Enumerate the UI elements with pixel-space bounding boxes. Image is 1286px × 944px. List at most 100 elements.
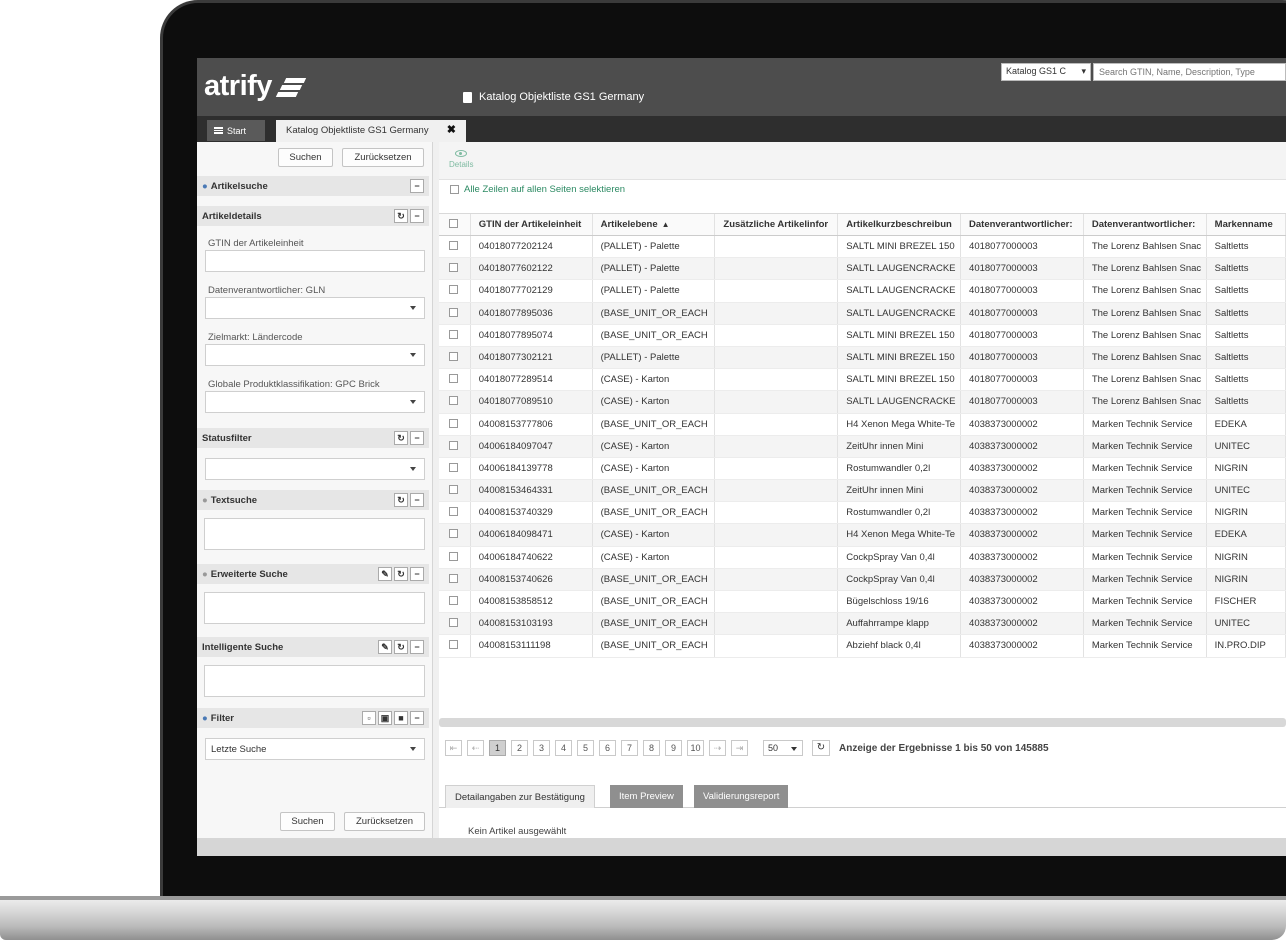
close-icon[interactable]: ✖ bbox=[447, 125, 456, 137]
row-checkbox-cell[interactable] bbox=[439, 346, 471, 369]
row-checkbox-cell[interactable] bbox=[439, 502, 471, 524]
table-row[interactable]: 04008153740626 (BASE_UNIT_OR_EACH CockpSpr… bbox=[439, 568, 1286, 591]
checkbox[interactable] bbox=[449, 573, 458, 583]
page-button[interactable]: 5 bbox=[577, 740, 594, 756]
table-row[interactable]: 04006184097047 (CASE) - Karton ZeitUhr inn… bbox=[439, 435, 1286, 458]
checkbox[interactable] bbox=[449, 219, 458, 228]
details-button[interactable]: Details bbox=[449, 150, 473, 169]
search-button[interactable]: Suchen bbox=[278, 148, 333, 167]
column-header[interactable]: Datenverantwortlicher: bbox=[961, 214, 1084, 235]
row-checkbox-cell[interactable] bbox=[439, 613, 471, 635]
delete-icon[interactable]: ■ bbox=[394, 711, 408, 725]
tab-catalog[interactable]: Katalog Objektliste GS1 Germany ✖ bbox=[276, 120, 466, 142]
last-page-icon[interactable]: ⇥ bbox=[731, 740, 748, 756]
intelligente-input[interactable] bbox=[204, 665, 425, 697]
checkbox[interactable] bbox=[449, 596, 458, 605]
section-filter[interactable]: ● Filter ▫ ▣ ■ − bbox=[197, 708, 429, 728]
table-row[interactable]: 04008153111198 (BASE_UNIT_OR_EACH Abziehf … bbox=[439, 635, 1286, 658]
prev-page-icon[interactable]: ⇠ bbox=[467, 740, 484, 756]
erweiterte-input[interactable] bbox=[204, 592, 425, 624]
row-checkbox-cell[interactable] bbox=[439, 280, 471, 302]
page-button[interactable]: 2 bbox=[511, 740, 528, 756]
page-button[interactable]: 3 bbox=[533, 740, 550, 756]
checkbox[interactable] bbox=[450, 185, 459, 194]
table-row[interactable]: 04018077302121 (PALLET) - Palette SALTL MI… bbox=[439, 346, 1286, 370]
checkbox[interactable] bbox=[449, 374, 458, 384]
filter-select[interactable]: Letzte Suche bbox=[205, 738, 425, 760]
checkbox[interactable] bbox=[449, 396, 458, 406]
status-select[interactable] bbox=[205, 458, 425, 480]
page-button[interactable]: 9 bbox=[665, 740, 682, 756]
checkbox[interactable] bbox=[449, 485, 458, 495]
collapse-icon[interactable]: − bbox=[410, 209, 424, 223]
checkbox[interactable] bbox=[449, 241, 458, 250]
row-checkbox-cell[interactable] bbox=[439, 258, 471, 280]
global-search-input[interactable] bbox=[1093, 63, 1286, 81]
collapse-icon[interactable]: − bbox=[410, 493, 424, 507]
reset-icon[interactable]: ↻ bbox=[394, 209, 408, 223]
checkbox[interactable] bbox=[449, 640, 458, 650]
reset-button-bottom[interactable]: Zurücksetzen bbox=[344, 812, 425, 831]
table-row[interactable]: 04006184740622 (CASE) - Karton CockpSpray … bbox=[439, 546, 1286, 569]
collapse-icon[interactable]: − bbox=[410, 179, 424, 193]
search-button-bottom[interactable]: Suchen bbox=[280, 812, 335, 831]
reset-icon[interactable]: ↻ bbox=[394, 640, 408, 654]
row-checkbox-cell[interactable] bbox=[439, 524, 471, 546]
table-row[interactable]: 04008153777806 (BASE_UNIT_OR_EACH H4 Xenon… bbox=[439, 413, 1286, 436]
table-row[interactable]: 04008153740329 (BASE_UNIT_OR_EACH Rostumwa… bbox=[439, 502, 1286, 525]
row-checkbox-cell[interactable] bbox=[439, 457, 471, 480]
section-intelligente-suche[interactable]: Intelligente Suche ✎ ↻ − bbox=[197, 637, 429, 657]
save-icon[interactable]: ▫ bbox=[362, 711, 376, 725]
row-checkbox-cell[interactable] bbox=[439, 568, 471, 590]
table-row[interactable]: 04008153103193 (BASE_UNIT_OR_EACH Auffahrr… bbox=[439, 613, 1286, 636]
reset-button[interactable]: Zurücksetzen bbox=[342, 148, 424, 167]
section-statusfilter[interactable]: Statusfilter ↻ − bbox=[197, 428, 429, 448]
checkbox[interactable] bbox=[449, 462, 458, 472]
page-button[interactable]: 8 bbox=[643, 740, 660, 756]
column-header[interactable]: Artikelebene ▲ bbox=[593, 214, 716, 235]
row-checkbox-cell[interactable] bbox=[439, 413, 471, 435]
reset-icon[interactable]: ↻ bbox=[394, 493, 408, 507]
section-erweiterte-suche[interactable]: ● Erweiterte Suche ✎ ↻ − bbox=[197, 564, 429, 584]
textsuche-input[interactable] bbox=[204, 518, 425, 550]
row-checkbox-cell[interactable] bbox=[439, 591, 471, 613]
checkbox[interactable] bbox=[449, 263, 458, 273]
page-button[interactable]: 7 bbox=[621, 740, 638, 756]
checkbox[interactable] bbox=[449, 507, 458, 517]
checkbox[interactable] bbox=[449, 307, 458, 317]
table-row[interactable]: 04018077289514 (CASE) - Karton SALTL MINI … bbox=[439, 369, 1286, 392]
table-row[interactable]: 04018077602122 (PALLET) - Palette SALTL LA… bbox=[439, 258, 1286, 281]
atrify-logo[interactable]: atrify bbox=[204, 70, 307, 103]
gpc-select[interactable] bbox=[205, 391, 425, 413]
table-row[interactable]: 04018077895036 (BASE_UNIT_OR_EACH SALTL LA… bbox=[439, 302, 1286, 325]
edit-icon[interactable]: ✎ bbox=[378, 640, 392, 654]
checkbox[interactable] bbox=[449, 529, 458, 539]
table-row[interactable]: 04018077702129 (PALLET) - Palette SALTL LA… bbox=[439, 280, 1286, 303]
page-button[interactable]: 4 bbox=[555, 740, 572, 756]
page-button[interactable]: 1 bbox=[489, 740, 506, 756]
row-checkbox-cell[interactable] bbox=[439, 480, 471, 502]
column-header[interactable]: GTIN der Artikeleinheit bbox=[471, 214, 593, 235]
gln-select[interactable] bbox=[205, 297, 425, 319]
refresh-icon[interactable]: ↻ bbox=[812, 740, 830, 756]
header-checkbox-cell[interactable] bbox=[439, 214, 471, 235]
first-page-icon[interactable]: ⇤ bbox=[445, 740, 462, 756]
checkbox[interactable] bbox=[449, 285, 458, 295]
row-checkbox-cell[interactable] bbox=[439, 324, 471, 346]
column-header[interactable]: Datenverantwortlicher: bbox=[1084, 214, 1207, 235]
row-checkbox-cell[interactable] bbox=[439, 635, 471, 657]
table-row[interactable]: 04008153858512 (BASE_UNIT_OR_EACH Bügelsch… bbox=[439, 591, 1286, 614]
next-page-icon[interactable]: ⇢ bbox=[709, 740, 726, 756]
table-row[interactable]: 04018077895074 (BASE_UNIT_OR_EACH SALTL MI… bbox=[439, 324, 1286, 347]
column-header[interactable]: Zusätzliche Artikelinfor bbox=[715, 214, 839, 235]
save-as-icon[interactable]: ▣ bbox=[378, 711, 392, 725]
checkbox[interactable] bbox=[449, 618, 458, 628]
tab-validierungsreport[interactable]: Validierungsreport bbox=[694, 785, 789, 808]
row-checkbox-cell[interactable] bbox=[439, 435, 471, 457]
land-select[interactable] bbox=[205, 344, 425, 366]
section-artikeldetails[interactable]: Artikeldetails ↻ − bbox=[197, 206, 429, 226]
select-all-link[interactable]: Alle Zeilen auf allen Seiten selektieren bbox=[450, 184, 625, 195]
section-artikelsuche[interactable]: ● Artikelsuche − bbox=[197, 176, 429, 196]
edit-icon[interactable]: ✎ bbox=[378, 567, 392, 581]
tab-detailangaben[interactable]: Detailangaben zur Bestätigung bbox=[445, 785, 595, 808]
